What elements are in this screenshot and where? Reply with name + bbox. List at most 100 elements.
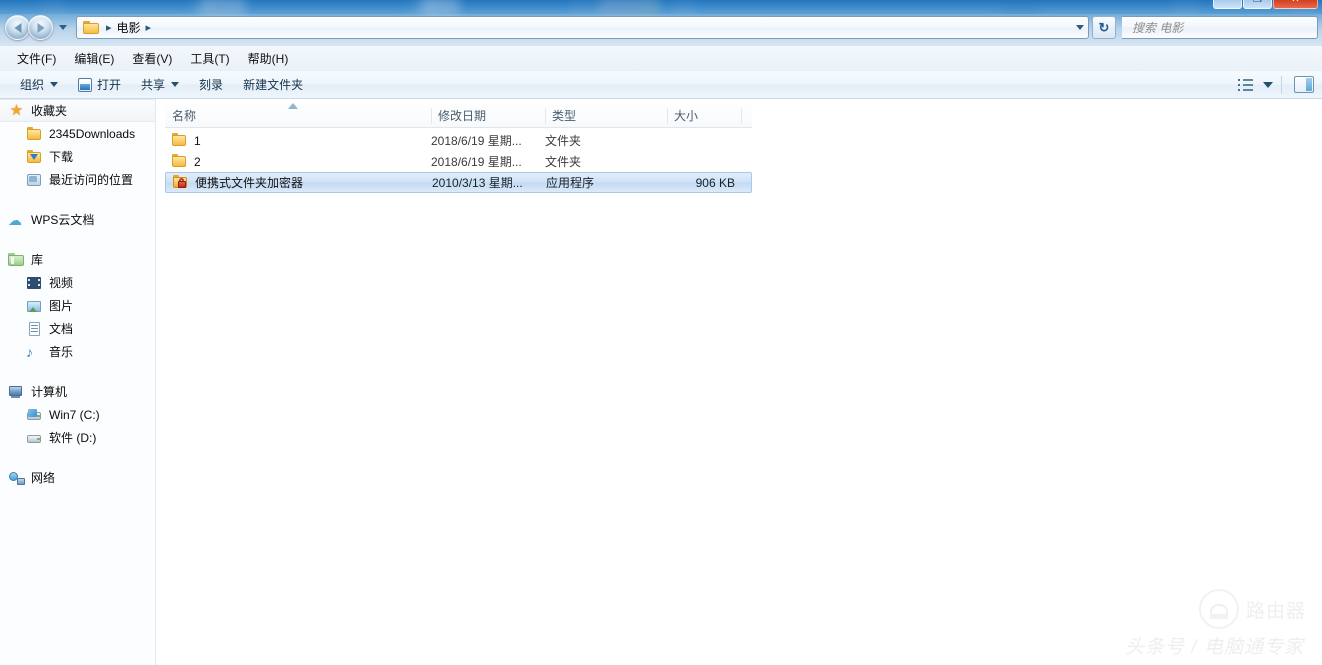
sidebar-label-recent-places: 最近访问的位置: [49, 173, 134, 187]
breadcrumb-separator-2[interactable]: ▸: [141, 21, 157, 34]
locked-folder-app-icon: [172, 175, 189, 190]
sidebar-label-drive-d: 软件 (D:): [49, 431, 97, 445]
recent-places-icon: [26, 172, 43, 188]
table-row[interactable]: 1 2018/6/19 星期... 文件夹: [165, 130, 752, 151]
sidebar-item-drive-c[interactable]: Win7 (C:): [0, 403, 155, 426]
video-icon: [26, 275, 43, 291]
sidebar-item-recent-places[interactable]: 最近访问的位置: [0, 168, 155, 191]
history-dropdown-icon[interactable]: [59, 25, 67, 30]
sidebar-item-downloads[interactable]: 下载: [0, 145, 155, 168]
toutiao-watermark: 头条号 / 电脑通专家: [1125, 637, 1304, 658]
navigation-buttons: [5, 15, 67, 40]
column-header-type[interactable]: 类型: [545, 104, 667, 128]
sidebar-item-music[interactable]: ♪ 音乐: [0, 340, 155, 363]
menu-item-help[interactable]: 帮助(H): [239, 47, 298, 70]
close-icon: ✕: [1291, 0, 1299, 5]
file-type-cell: 文件夹: [545, 134, 582, 148]
column-header-size[interactable]: 大小: [667, 104, 742, 128]
forward-button[interactable]: [28, 15, 53, 40]
router-watermark: 路由器: [1198, 589, 1306, 629]
sidebar-label-videos: 视频: [49, 276, 74, 290]
sidebar-item-documents[interactable]: 文档: [0, 317, 155, 340]
sidebar-item-2345downloads[interactable]: 2345Downloads: [0, 122, 155, 145]
share-button[interactable]: 共享: [131, 73, 189, 96]
file-type-cell: 应用程序: [546, 176, 595, 190]
burn-button[interactable]: 刻录: [189, 73, 233, 96]
sidebar-item-drive-d[interactable]: 软件 (D:): [0, 426, 155, 449]
navigation-pane: ★ 收藏夹 2345Downloads 下载 最近访问的位置 ☁ WPS云文档: [0, 99, 155, 665]
column-label-name: 名称: [172, 109, 197, 123]
file-name-text: 便携式文件夹加密器: [195, 176, 304, 190]
file-name-text: 1: [194, 133, 201, 148]
search-placeholder: 搜索 电影: [1132, 21, 1184, 35]
sidebar-item-favorites[interactable]: ★ 收藏夹: [0, 99, 155, 122]
pictures-icon: [26, 298, 43, 314]
sidebar-label-favorites: 收藏夹: [31, 104, 68, 118]
computer-icon: [8, 384, 25, 400]
change-view-icon[interactable]: [1238, 78, 1254, 92]
file-name-cell: 2: [165, 154, 431, 169]
search-input[interactable]: 搜索 电影: [1122, 16, 1318, 39]
sidebar-label-documents: 文档: [49, 322, 74, 336]
breadcrumb-separator-1[interactable]: ▸: [101, 21, 117, 34]
command-toolbar: 组织 打开 共享 刻录 新建文件夹: [0, 71, 1322, 99]
chevron-down-icon: [171, 82, 180, 87]
file-size-cell: 906 KB: [695, 175, 735, 190]
drive-icon: [26, 430, 43, 446]
new-folder-button[interactable]: 新建文件夹: [233, 73, 313, 96]
column-label-size: 大小: [674, 109, 699, 123]
sidebar-label-pictures: 图片: [49, 299, 74, 313]
file-date-cell: 2018/6/19 星期...: [431, 134, 522, 148]
minimize-button[interactable]: —: [1213, 0, 1242, 9]
organize-button[interactable]: 组织: [10, 73, 68, 96]
breadcrumb-item-movies[interactable]: 电影: [117, 19, 141, 36]
documents-icon: [26, 321, 43, 337]
star-icon: ★: [9, 101, 24, 119]
address-bar[interactable]: ▸ 电影 ▸: [76, 16, 1089, 39]
column-header-date[interactable]: 修改日期: [431, 104, 545, 128]
menu-item-file[interactable]: 文件(F): [8, 47, 65, 70]
explorer-window: — ❐ ✕ ▸ 电影 ▸ ↻ 搜索 电影 文件(F) 编辑(E): [0, 0, 1322, 665]
sidebar-item-network[interactable]: 网络: [0, 466, 155, 489]
file-rows: 1 2018/6/19 星期... 文件夹 2 2018/6/19 星期... …: [165, 130, 752, 193]
menu-item-view[interactable]: 查看(V): [123, 47, 181, 70]
sidebar-item-computer[interactable]: 计算机: [0, 380, 155, 403]
open-label: 打开: [97, 78, 122, 92]
folder-icon: [171, 154, 188, 169]
folder-icon: [26, 126, 43, 142]
view-dropdown-icon[interactable]: [1263, 81, 1273, 88]
sidebar-item-libraries[interactable]: 库: [0, 248, 155, 271]
table-row[interactable]: 2 2018/6/19 星期... 文件夹: [165, 151, 752, 172]
toolbar-right-group: [1238, 75, 1322, 94]
sidebar-item-pictures[interactable]: 图片: [0, 294, 155, 317]
window-controls: — ❐ ✕: [1213, 0, 1318, 9]
sidebar-label-computer: 计算机: [31, 385, 68, 399]
network-icon: [8, 470, 25, 486]
open-button[interactable]: 打开: [68, 73, 131, 96]
maximize-icon: ❐: [1253, 0, 1262, 5]
close-button[interactable]: ✕: [1273, 0, 1318, 9]
music-icon: ♪: [26, 343, 33, 360]
sidebar-item-videos[interactable]: 视频: [0, 271, 155, 294]
file-name-cell: 便携式文件夹加密器: [166, 174, 432, 191]
back-button[interactable]: [5, 15, 30, 40]
system-drive-icon: [26, 407, 43, 423]
menu-item-edit[interactable]: 编辑(E): [65, 47, 123, 70]
sidebar-label-downloads: 下载: [49, 150, 74, 164]
preview-pane-icon[interactable]: [1294, 76, 1314, 93]
address-dropdown-icon[interactable]: [1072, 17, 1088, 38]
folder-icon: [171, 133, 188, 148]
share-label: 共享: [141, 78, 166, 92]
table-row[interactable]: 便携式文件夹加密器 2010/3/13 星期... 应用程序 906 KB: [165, 172, 752, 193]
sidebar-item-wps-cloud[interactable]: ☁ WPS云文档: [0, 208, 155, 231]
menu-item-tools[interactable]: 工具(T): [181, 47, 238, 70]
maximize-button[interactable]: ❐: [1243, 0, 1272, 9]
column-header-name[interactable]: 名称: [165, 102, 431, 128]
burn-label: 刻录: [199, 78, 224, 92]
refresh-button[interactable]: ↻: [1092, 16, 1116, 39]
file-name-cell: 1: [165, 133, 431, 148]
sidebar-label-2345downloads: 2345Downloads: [49, 126, 136, 141]
